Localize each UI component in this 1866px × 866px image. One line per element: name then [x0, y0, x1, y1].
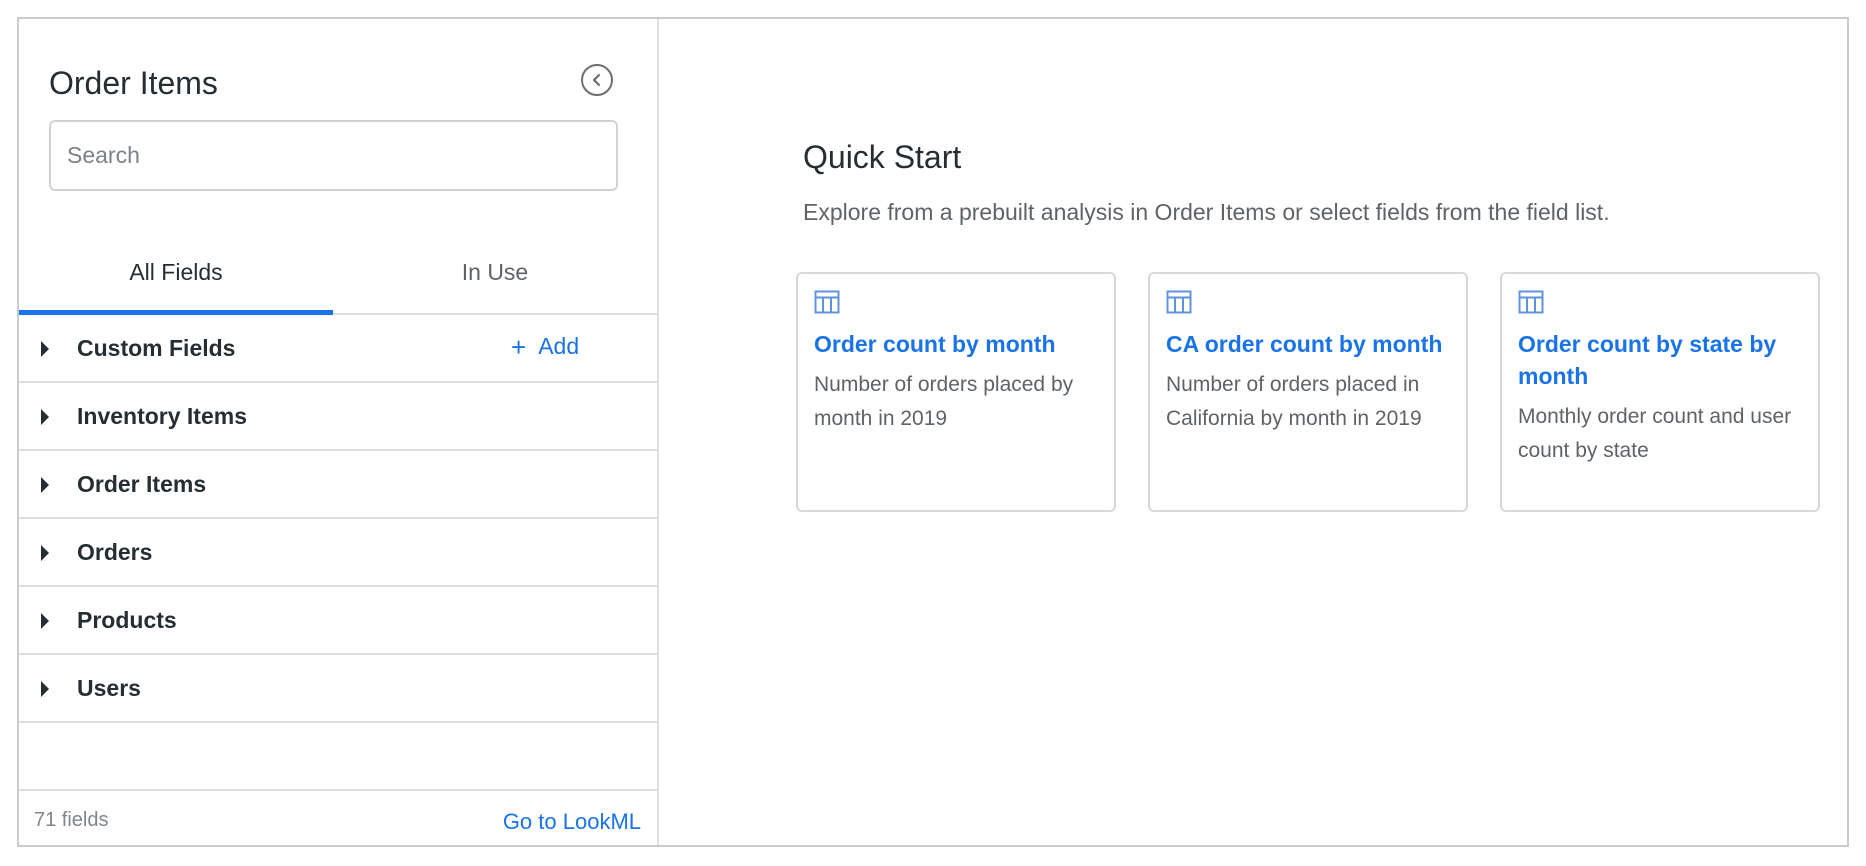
card-description: Monthly order count and user count by st…: [1518, 405, 1792, 462]
table-icon: [1518, 290, 1544, 314]
add-custom-field-button[interactable]: + Add: [511, 333, 579, 360]
group-label: Orders: [77, 539, 153, 565]
panel-title: Order Items: [49, 65, 218, 101]
field-tabs: All Fields In Use: [19, 237, 657, 315]
field-picker-panel: Order Items All Fields In Use Custom Fie…: [19, 19, 659, 845]
caret-right-icon: [41, 409, 49, 425]
field-group-list: Custom Fields + Add Inventory Items Orde…: [19, 315, 657, 723]
caret-right-icon: [41, 477, 49, 493]
quick-start-card[interactable]: CA order count by month Number of orders…: [1148, 272, 1468, 512]
search-input[interactable]: [49, 120, 618, 191]
caret-right-icon: [41, 545, 49, 561]
field-count: 71 fields: [34, 809, 109, 831]
table-icon: [1166, 290, 1192, 314]
card-title: Order count by month: [814, 331, 1056, 357]
group-custom-fields[interactable]: Custom Fields + Add: [19, 315, 657, 383]
group-label: Users: [77, 675, 141, 701]
tab-in-use[interactable]: In Use: [333, 237, 657, 315]
group-order-items[interactable]: Order Items: [19, 451, 657, 519]
card-title: Order count by state by month: [1518, 331, 1777, 389]
group-orders[interactable]: Orders: [19, 519, 657, 587]
chevron-left-icon: [592, 73, 601, 87]
caret-right-icon: [41, 341, 49, 357]
panel-footer: 71 fields Go to LookML: [19, 789, 657, 845]
group-label: Custom Fields: [77, 335, 236, 361]
group-label: Products: [77, 607, 177, 633]
quick-start-card[interactable]: Order count by state by month Monthly or…: [1500, 272, 1820, 512]
group-inventory-items[interactable]: Inventory Items: [19, 383, 657, 451]
caret-right-icon: [41, 681, 49, 697]
collapse-panel-button[interactable]: [581, 64, 613, 96]
caret-right-icon: [41, 613, 49, 629]
explore-window: Order Items All Fields In Use Custom Fie…: [17, 17, 1849, 847]
tab-all-fields[interactable]: All Fields: [19, 237, 333, 315]
card-description: Number of orders placed in California by…: [1166, 373, 1422, 430]
quick-start-card[interactable]: Order count by month Number of orders pl…: [796, 272, 1116, 512]
group-users[interactable]: Users: [19, 655, 657, 723]
quick-start-title: Quick Start: [803, 139, 962, 175]
add-label: Add: [538, 333, 580, 359]
card-description: Number of orders placed by month in 2019: [814, 373, 1074, 430]
table-icon: [814, 290, 840, 314]
plus-icon: +: [511, 331, 527, 362]
group-label: Order Items: [77, 471, 207, 497]
group-products[interactable]: Products: [19, 587, 657, 655]
quick-start-subtitle: Explore from a prebuilt analysis in Orde…: [803, 199, 1610, 225]
go-to-lookml-link[interactable]: Go to LookML: [503, 809, 641, 835]
group-label: Inventory Items: [77, 403, 247, 429]
card-title: CA order count by month: [1166, 331, 1443, 357]
